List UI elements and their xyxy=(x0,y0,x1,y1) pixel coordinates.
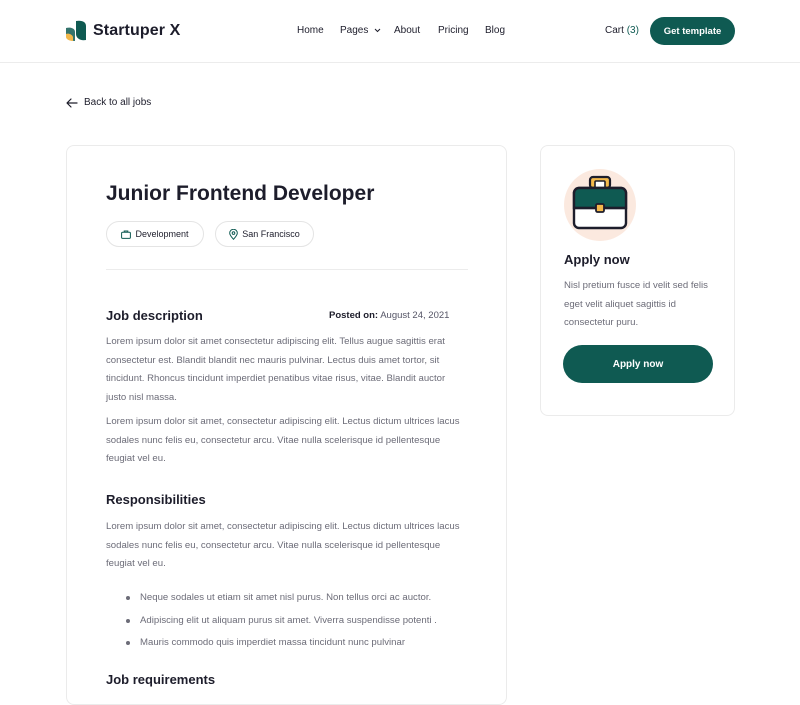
nav-item-blog[interactable]: Blog xyxy=(485,25,505,36)
nav-item-pages[interactable]: Pages xyxy=(340,25,381,36)
job-description-paragraph: Lorem ipsum dolor sit amet consectetur a… xyxy=(106,336,446,403)
nav-item-about[interactable]: About xyxy=(394,25,420,36)
job-requirements-heading: Job requirements xyxy=(106,672,216,687)
briefcase-icon xyxy=(121,230,132,239)
tag-location[interactable]: San Francisco xyxy=(215,221,314,247)
responsibilities-list: Neque sodales ut etiam sit amet nisl pur… xyxy=(106,587,476,655)
get-template-button[interactable]: Get template xyxy=(650,17,735,45)
nav-item-label: Pages xyxy=(340,25,369,36)
responsibilities-paragraph: Lorem ipsum dolor sit amet, consectetur … xyxy=(106,521,460,569)
tag-category[interactable]: Development xyxy=(106,221,204,247)
back-link-label: Back to all jobs xyxy=(84,97,152,108)
back-to-jobs-link[interactable]: Back to all jobs xyxy=(66,97,151,108)
briefcase-icon xyxy=(572,175,628,230)
list-item: Mauris commodo quis imperdiet massa tinc… xyxy=(106,632,476,655)
divider xyxy=(106,269,468,270)
logo[interactable]: Startuper X xyxy=(66,20,180,42)
logo-text: Startuper X xyxy=(93,22,181,39)
cart-label: Cart xyxy=(605,25,624,36)
apply-card-title: Apply now xyxy=(564,252,630,267)
apply-card: Apply now Nisl pretium fusce id velit se… xyxy=(540,145,735,416)
posted-label: Posted on: xyxy=(329,310,379,321)
job-title: Junior Frontend Developer xyxy=(106,182,375,205)
site-header: Startuper X Home Pages About Pricing Blo… xyxy=(0,0,800,63)
cart-count: (3) xyxy=(626,25,639,36)
logo-mark-icon xyxy=(66,20,86,41)
tag-label: San Francisco xyxy=(242,229,300,239)
posted-value: August 24, 2021 xyxy=(380,310,450,321)
arrow-left-icon xyxy=(66,97,78,108)
apply-now-button[interactable]: Apply now xyxy=(563,345,713,383)
posted-date: Posted on: August 24, 2021 xyxy=(329,310,449,321)
location-pin-icon xyxy=(229,228,239,240)
tag-label: Development xyxy=(135,229,189,239)
nav-item-pricing[interactable]: Pricing xyxy=(438,25,469,36)
job-description-heading: Job description xyxy=(106,308,203,323)
job-description-paragraph: Lorem ipsum dolor sit amet, consectetur … xyxy=(106,416,460,464)
cart-link[interactable]: Cart (3) xyxy=(605,25,639,36)
nav-item-home[interactable]: Home xyxy=(297,25,324,36)
apply-card-text: Nisl pretium fusce id velit sed felis eg… xyxy=(564,280,708,328)
job-detail-card: Junior Frontend Developer Development Sa… xyxy=(66,145,507,705)
responsibilities-heading: Responsibilities xyxy=(106,492,206,507)
list-item: Adipiscing elit ut aliquam purus sit ame… xyxy=(106,610,476,633)
list-item: Neque sodales ut etiam sit amet nisl pur… xyxy=(106,587,476,610)
chevron-down-icon xyxy=(374,28,381,33)
